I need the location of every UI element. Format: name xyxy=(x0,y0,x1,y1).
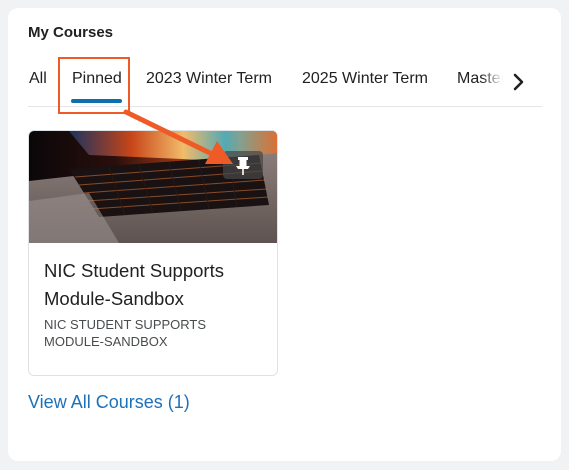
course-card[interactable]: NIC Student Supports Module-Sandbox NIC … xyxy=(28,130,278,376)
pin-icon xyxy=(236,157,250,175)
tab-2023-winter-term[interactable]: 2023 Winter Term xyxy=(146,70,272,88)
pin-button[interactable] xyxy=(223,151,263,179)
view-all-courses-link[interactable]: View All Courses (1) xyxy=(28,392,190,413)
course-code: NIC STUDENT SUPPORTS MODULE-SANDBOX xyxy=(44,317,207,349)
tab-all[interactable]: All xyxy=(29,70,47,88)
tab-master[interactable]: Master xyxy=(457,70,503,88)
widget-title: My Courses xyxy=(28,24,114,41)
course-image xyxy=(29,131,277,243)
chevron-right-icon[interactable] xyxy=(509,71,529,93)
annotation-highlight-box xyxy=(58,57,130,114)
course-title[interactable]: NIC Student Supports Module-Sandbox xyxy=(44,257,264,313)
tab-2025-winter-term[interactable]: 2025 Winter Term xyxy=(302,70,428,88)
